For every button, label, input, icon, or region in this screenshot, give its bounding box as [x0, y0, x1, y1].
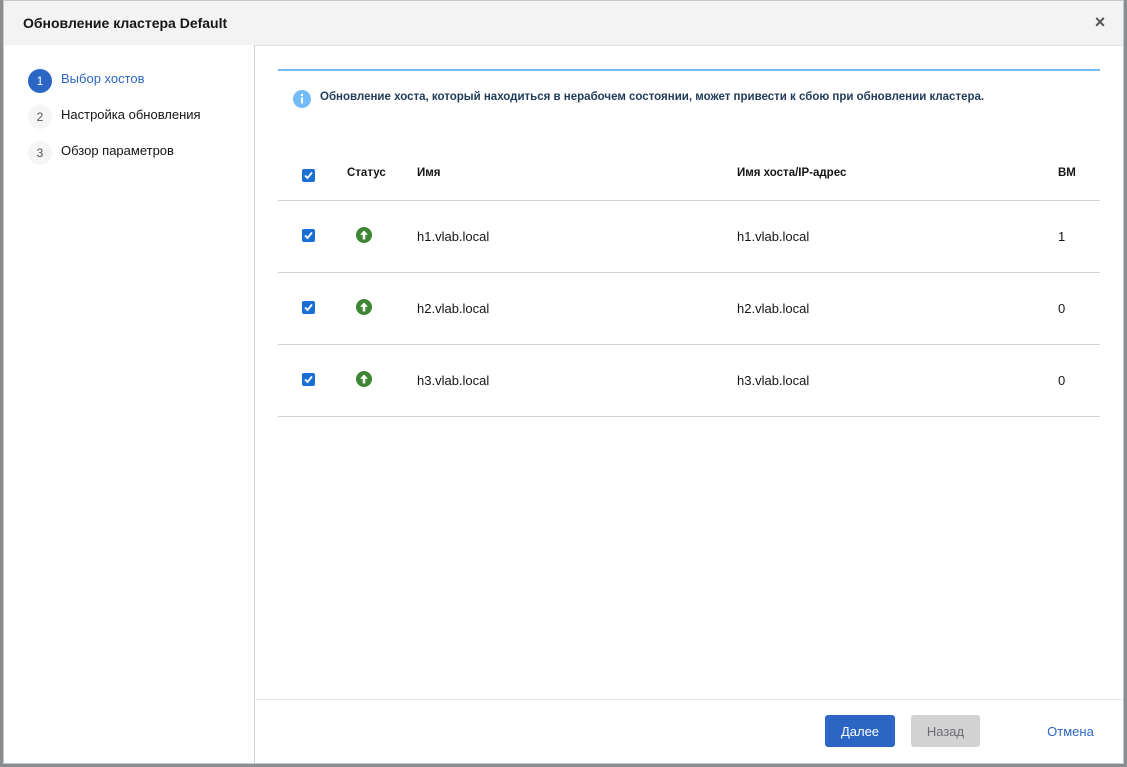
step-label: Выбор хостов — [61, 71, 145, 86]
select-all-checkbox[interactable] — [302, 169, 315, 182]
column-name[interactable]: Имя — [417, 145, 737, 201]
cancel-button[interactable]: Отмена — [1038, 715, 1103, 747]
vm-count: 0 — [1058, 344, 1100, 417]
wizard-steps: 1 Выбор хостов 2 Настройка обновления 3 … — [4, 45, 255, 763]
host-address: h2.vlab.local — [737, 272, 1058, 345]
column-status[interactable]: Статус — [336, 145, 417, 201]
table-row: h1.vlab.local h1.vlab.local 1 — [278, 200, 1100, 273]
dialog-title: Обновление кластера Default — [23, 15, 228, 31]
host-address: h1.vlab.local — [737, 200, 1058, 273]
up-arrow-icon — [356, 299, 372, 315]
row-checkbox[interactable] — [302, 300, 315, 314]
info-icon — [293, 90, 311, 108]
hosts-table: Статус Имя Имя хоста/IP-адрес ВМ h1.vlab… — [278, 145, 1100, 417]
alert-message: Обновление хоста, который находиться в н… — [320, 91, 985, 103]
step-number: 3 — [28, 141, 52, 165]
vm-count: 1 — [1058, 200, 1100, 273]
host-address: h3.vlab.local — [737, 344, 1058, 417]
step-label: Обзор параметров — [61, 143, 174, 158]
close-icon[interactable]: × — [1091, 11, 1109, 33]
column-host[interactable]: Имя хоста/IP-адрес — [737, 145, 1058, 201]
dialog-footer: Далее Назад Отмена — [255, 699, 1123, 763]
table-row: h3.vlab.local h3.vlab.local 0 — [278, 344, 1100, 417]
row-checkbox[interactable] — [302, 228, 315, 242]
up-arrow-icon — [356, 371, 372, 387]
step-label: Настройка обновления — [61, 107, 201, 122]
step-number: 2 — [28, 105, 52, 129]
step-number: 1 — [28, 69, 52, 93]
table-header-row: Статус Имя Имя хоста/IP-адрес ВМ — [278, 145, 1100, 201]
wizard-content: Обновление хоста, который находиться в н… — [255, 45, 1123, 700]
select-all-cell — [278, 145, 336, 201]
up-arrow-icon — [356, 227, 372, 243]
column-vm[interactable]: ВМ — [1058, 145, 1100, 201]
info-alert: Обновление хоста, который находиться в н… — [278, 69, 1100, 119]
cluster-upgrade-dialog: Обновление кластера Default × 1 Выбор хо… — [3, 0, 1124, 764]
dialog-header: Обновление кластера Default × — [4, 1, 1123, 46]
next-button[interactable]: Далее — [825, 715, 895, 747]
host-name: h3.vlab.local — [417, 344, 737, 417]
row-checkbox[interactable] — [302, 372, 315, 386]
back-button: Назад — [911, 715, 980, 747]
table-row: h2.vlab.local h2.vlab.local 0 — [278, 272, 1100, 345]
host-name: h1.vlab.local — [417, 200, 737, 273]
host-name: h2.vlab.local — [417, 272, 737, 345]
vm-count: 0 — [1058, 272, 1100, 345]
